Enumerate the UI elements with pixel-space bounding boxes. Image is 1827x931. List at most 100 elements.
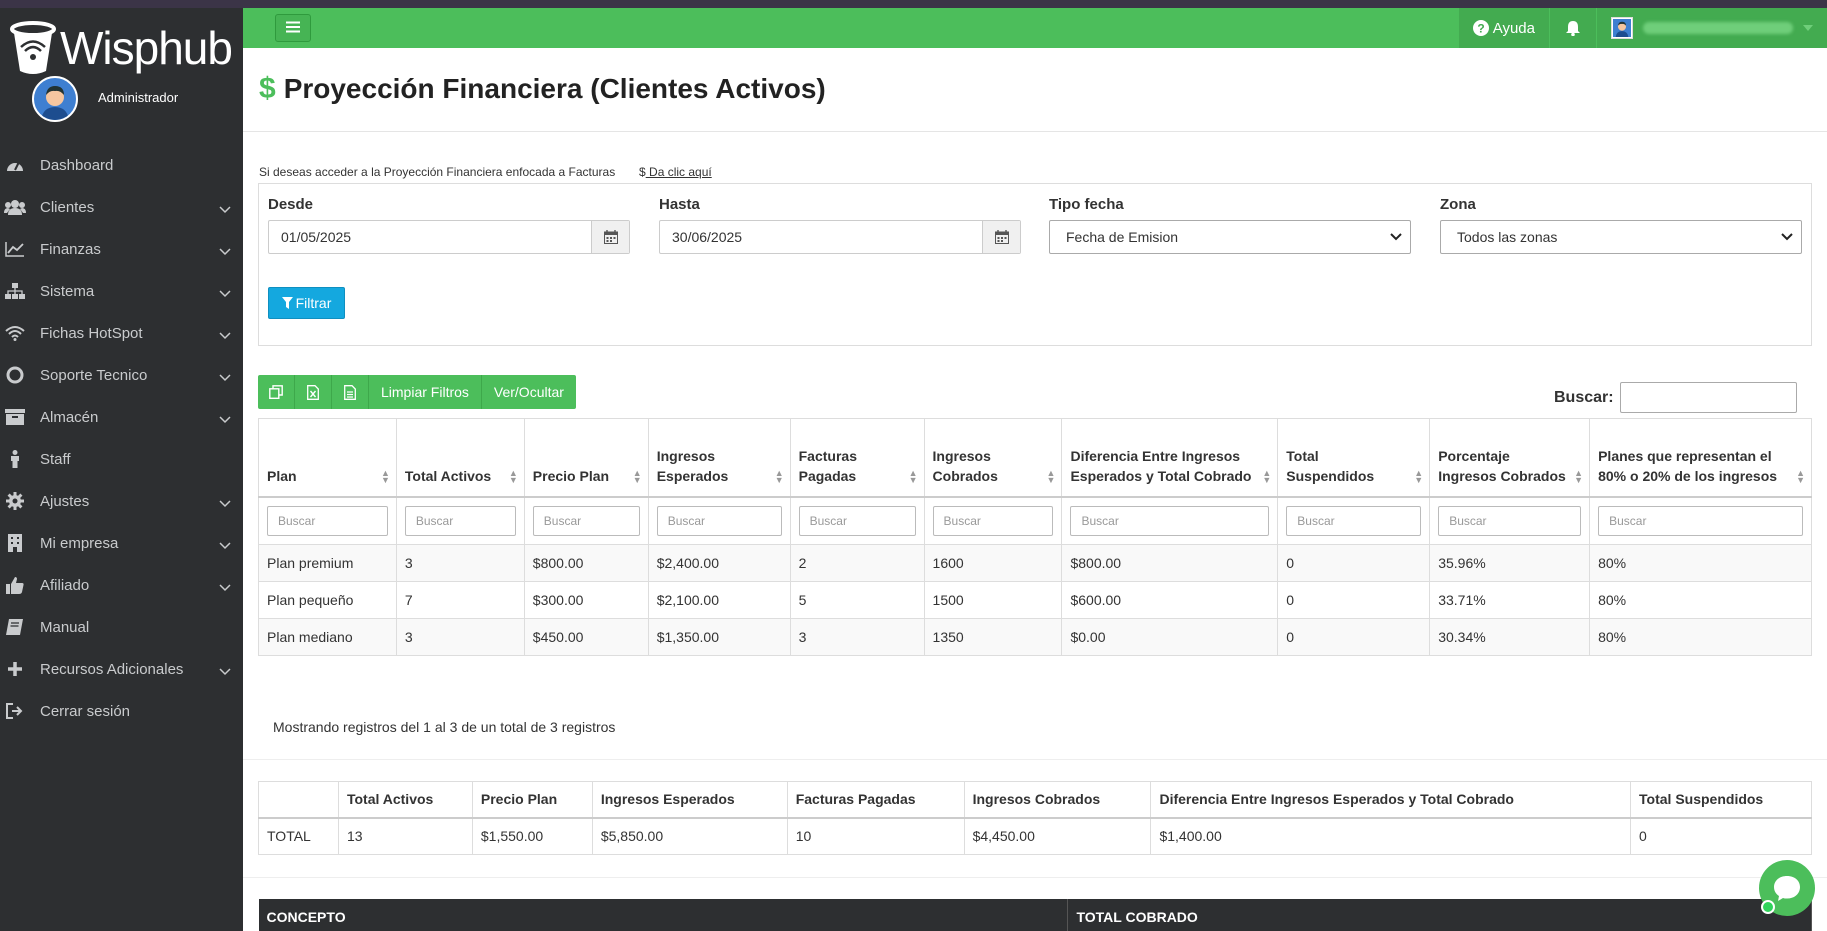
- hasta-date-input[interactable]: 30/06/2025: [659, 220, 1021, 254]
- column-filter-cell: Buscar: [923, 496, 1063, 545]
- totals-column-header: Total Activos: [337, 781, 473, 819]
- column-filter-input[interactable]: Buscar: [656, 505, 782, 536]
- sidebar-item-mi-empresa[interactable]: Mi empresa: [0, 522, 243, 564]
- filter-button[interactable]: Filtrar: [268, 287, 345, 319]
- column-filter-input[interactable]: Buscar: [532, 505, 640, 536]
- column-filter-input[interactable]: Buscar: [404, 505, 516, 536]
- column-filter-input[interactable]: Buscar: [1438, 505, 1582, 536]
- column-filter-cell: Buscar: [1589, 496, 1812, 545]
- info-text: Si deseas acceder a la Proyección Financ…: [259, 165, 616, 179]
- column-filter-input[interactable]: Buscar: [798, 505, 916, 536]
- column-header[interactable]: Facturas Pagadas ▲ ▼: [789, 418, 925, 497]
- column-filter-input[interactable]: Buscar: [1070, 505, 1270, 536]
- user-email-redacted: [1643, 22, 1793, 34]
- sidebar-item-cerrar-sesion[interactable]: Cerrar sesión: [0, 690, 243, 732]
- table-cell: 7: [395, 581, 525, 619]
- sort-icon: ▲ ▼: [908, 467, 918, 485]
- sidebar-item-almacen[interactable]: Almacén: [0, 396, 243, 438]
- column-filter-input[interactable]: Buscar: [1598, 505, 1803, 536]
- sidebar-item-sistema[interactable]: Sistema: [0, 270, 243, 312]
- totals-table: Total Activos Precio Plan Ingresos Esperad…: [258, 781, 1812, 855]
- desde-date-input[interactable]: 01/05/2025: [268, 220, 630, 254]
- person-icon: [4, 449, 26, 469]
- tipo-fecha-select[interactable]: Fecha de Emision: [1049, 220, 1411, 254]
- column-header[interactable]: Plan ▲ ▼: [258, 418, 397, 497]
- sidebar-item-label: Soporte Tecnico: [40, 366, 148, 384]
- show-hide-columns-button[interactable]: Ver/Ocultar: [481, 375, 576, 409]
- help-button[interactable]: ? Ayuda: [1458, 8, 1549, 48]
- table-search: Buscar:: [1554, 382, 1797, 413]
- column-header[interactable]: Precio Plan ▲ ▼: [523, 418, 649, 497]
- column-header-label: Total Suspendidos: [1286, 447, 1375, 484]
- table-cell: $2,400.00: [647, 544, 791, 582]
- copy-button[interactable]: [258, 375, 295, 409]
- sidebar-item-recursos-adicionales[interactable]: Recursos Adicionales: [0, 648, 243, 690]
- column-header[interactable]: Total Suspendidos ▲ ▼: [1277, 418, 1431, 497]
- column-header[interactable]: Ingresos Cobrados ▲ ▼: [923, 418, 1063, 497]
- chevron-down-icon: [219, 579, 231, 596]
- column-header[interactable]: Porcentaje Ingresos Cobrados ▲ ▼: [1429, 418, 1591, 497]
- chevron-down-icon: [219, 369, 231, 386]
- logo[interactable]: Wisphub: [10, 18, 233, 78]
- lifebuoy-icon: [4, 365, 26, 385]
- topbar-right: ? Ayuda: [1458, 8, 1827, 48]
- column-header[interactable]: Ingresos Esperados ▲ ▼: [647, 418, 791, 497]
- table-row: Plan premium 3 $800.00 $2,400.00 2 1600 $800.0…: [258, 544, 1812, 582]
- sidebar-item-afiliado[interactable]: Afiliado: [0, 564, 243, 606]
- zona-select[interactable]: Todos las zonas: [1440, 220, 1802, 254]
- sidebar-item-staff[interactable]: Staff: [0, 438, 243, 480]
- sidebar-item-clientes[interactable]: Clientes: [0, 186, 243, 228]
- sort-icon: ▲ ▼: [1574, 467, 1584, 485]
- column-filter-input[interactable]: Buscar: [1286, 505, 1422, 536]
- notifications-button[interactable]: [1550, 8, 1596, 48]
- table-cell: $2,100.00: [647, 581, 791, 619]
- wisphub-logo-icon: [10, 21, 56, 75]
- column-filter-cell: Buscar: [647, 496, 791, 545]
- sidebar-menu: Dashboard Clientes Finanzas Sistema Fich…: [0, 144, 243, 732]
- csv-export-button[interactable]: [332, 375, 369, 409]
- chevron-down-icon: [1781, 233, 1793, 241]
- sidebar-item-label: Clientes: [40, 198, 95, 216]
- totals-row: TOTAL 13 $1,550.00 $5,850.00 10 $4,450.00 $1,4…: [258, 817, 1812, 855]
- calendar-icon[interactable]: [591, 221, 629, 253]
- window-top-stripe: [0, 0, 1827, 8]
- column-header[interactable]: Diferencia Entre Ingresos Esperados y To…: [1061, 418, 1279, 497]
- search-input[interactable]: [1619, 382, 1797, 413]
- column-header-label: Plan: [267, 467, 297, 484]
- menu-toggle-button[interactable]: [275, 14, 311, 42]
- sidebar-item-dashboard[interactable]: Dashboard: [0, 144, 243, 186]
- desde-value: 01/05/2025: [281, 229, 352, 245]
- table-cell: Plan premium: [258, 544, 397, 582]
- sidebar-item-soporte-tecnico[interactable]: Soporte Tecnico: [0, 354, 243, 396]
- clear-filters-button[interactable]: Limpiar Filtros: [369, 375, 482, 409]
- excel-export-button[interactable]: [295, 375, 332, 409]
- table-cell: $300.00: [523, 581, 649, 619]
- calendar-icon[interactable]: [982, 221, 1020, 253]
- hasta-label: Hasta: [659, 196, 700, 213]
- column-header-label: Ingresos Cobrados: [932, 447, 998, 484]
- dollar-icon: $: [639, 165, 646, 179]
- column-filter-input[interactable]: Buscar: [932, 505, 1054, 536]
- user-menu-button[interactable]: [1597, 8, 1827, 48]
- column-filter-cell: Buscar: [523, 496, 649, 545]
- avatar[interactable]: [32, 76, 78, 122]
- sidebar-item-label: Mi empresa: [40, 534, 119, 552]
- archive-icon: [4, 407, 26, 427]
- column-header[interactable]: Total Activos ▲ ▼: [395, 418, 525, 497]
- sidebar-item-manual[interactable]: Manual: [0, 606, 243, 648]
- column-header[interactable]: Planes que representan el 80% o 20% de l…: [1589, 418, 1812, 497]
- table-cell: 35.96%: [1429, 544, 1591, 582]
- invoice-projection-link[interactable]: $ Da clic aquí: [639, 165, 712, 179]
- sidebar-item-ajustes[interactable]: Ajustes: [0, 480, 243, 522]
- table-row: Plan mediano 3 $450.00 $1,350.00 3 1350 $0.00 0…: [258, 618, 1812, 656]
- sidebar-item-finanzas[interactable]: Finanzas: [0, 228, 243, 270]
- totals-column-header: Precio Plan: [471, 781, 593, 819]
- table-cell: 1500: [923, 581, 1063, 619]
- building-icon: [4, 533, 26, 553]
- table-cell: 5: [789, 581, 925, 619]
- sidebar-item-fichas-hotspot[interactable]: Fichas HotSpot: [0, 312, 243, 354]
- table-cell: 2: [789, 544, 925, 582]
- filter-panel: Desde 01/05/2025 Hasta 30/06/2025 Tipo f…: [258, 183, 1812, 346]
- column-filter-input[interactable]: Buscar: [267, 505, 388, 536]
- help-label: Ayuda: [1492, 19, 1535, 37]
